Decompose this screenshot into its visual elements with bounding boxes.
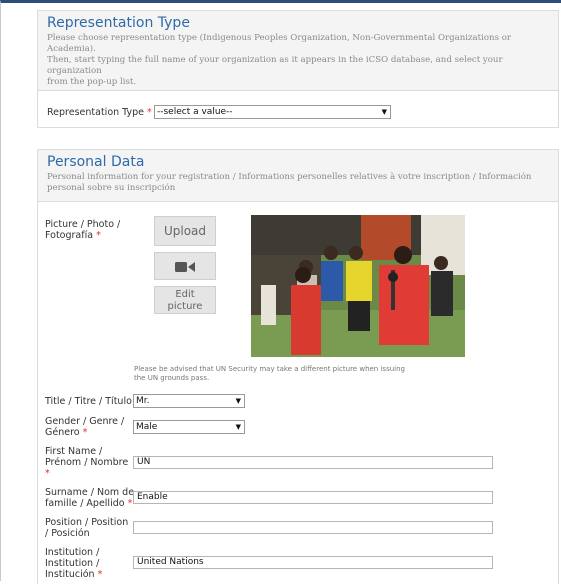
first-name-label: First Name / Prénom / Nombre * [45,446,129,479]
title-select[interactable]: Mr. ▼ [133,394,245,408]
representation-type-description: Please choose representation type (Indig… [47,33,512,87]
chevron-down-icon: ▼ [235,397,241,405]
personal-data-header: Personal Data Personal information for y… [38,150,558,202]
position-input[interactable] [133,521,493,534]
institution-label: Institution / Institution / Institución … [45,547,103,580]
chevron-down-icon: ▼ [381,108,387,116]
chevron-down-icon: ▼ [235,423,241,431]
security-note: Please be advised that UN Security may t… [134,365,405,382]
registration-page: Representation Type Please choose repres… [0,0,561,584]
upload-button[interactable]: Upload [154,216,216,246]
profile-photo [251,215,465,357]
gender-select[interactable]: Male ▼ [133,420,245,434]
edit-picture-button[interactable]: Edit picture [154,286,216,314]
representation-type-header: Representation Type Please choose repres… [38,11,558,91]
representation-type-label: Representation Type * [47,107,152,118]
gender-label: Gender / Genre / Género * [45,416,125,438]
personal-data-description: Personal information for your registrati… [47,172,532,193]
webcam-button[interactable] [154,252,216,280]
representation-type-select[interactable]: --select a value-- ▼ [154,105,391,119]
personal-data-title: Personal Data [47,154,145,170]
photo-image [251,215,465,357]
institution-input[interactable]: United Nations [133,556,493,569]
required-mark: * [147,107,152,118]
representation-type-title: Representation Type [47,15,190,31]
first-name-input[interactable]: UN [133,456,493,469]
position-label: Position / Position / Posición [45,517,129,539]
title-label: Title / Titre / Título [45,396,132,407]
surname-input[interactable]: Enable [133,491,493,504]
surname-label: Surname / Nom de famille / Apellido * [45,487,135,509]
video-camera-icon [175,262,195,272]
picture-label: Picture / Photo / Fotografía * [45,219,121,241]
